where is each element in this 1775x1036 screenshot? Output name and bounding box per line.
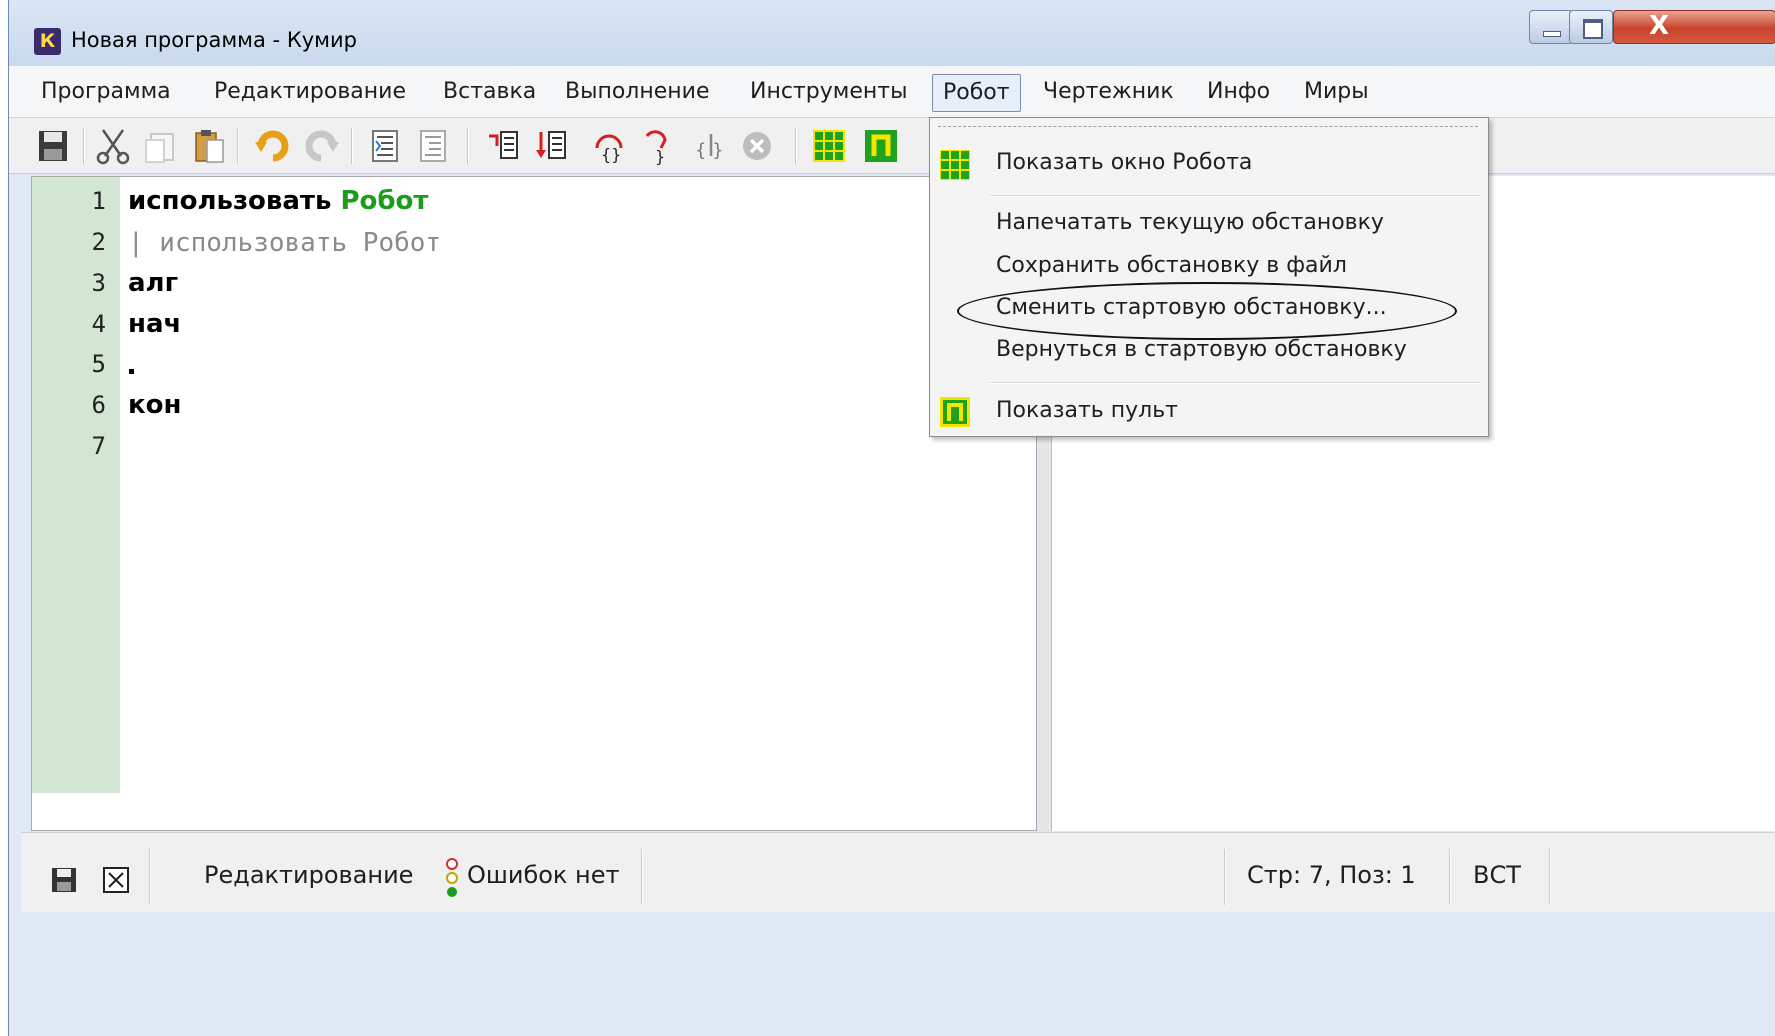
status-separator bbox=[641, 849, 643, 905]
menu-separator bbox=[990, 382, 1480, 384]
status-bar: Редактирование Ошибок нет Стр: 7, Поз: 1… bbox=[21, 832, 1775, 912]
toolbar-separator bbox=[467, 128, 469, 164]
line-number: 6 bbox=[91, 391, 106, 419]
close-document-icon[interactable] bbox=[101, 865, 131, 895]
robot-remote-icon[interactable] bbox=[861, 126, 901, 166]
menu-drawer[interactable]: Чертежник bbox=[1033, 74, 1184, 112]
line-number: 4 bbox=[91, 310, 106, 338]
toolbar-separator bbox=[83, 128, 85, 164]
highlight-ellipse bbox=[957, 282, 1457, 340]
code-line-1: использовать Робот bbox=[128, 186, 429, 216]
status-separator bbox=[1224, 849, 1226, 905]
menu-worlds[interactable]: Миры bbox=[1294, 74, 1379, 112]
menu-reset-start-state[interactable]: Вернуться в стартовую обстановку bbox=[996, 337, 1407, 362]
robot-window-icon bbox=[940, 150, 970, 180]
step-into-icon[interactable]: } bbox=[637, 126, 677, 166]
menu-show-robot-window[interactable]: Показать окно Робота bbox=[996, 150, 1252, 175]
step-over-icon[interactable]: {} bbox=[589, 126, 629, 166]
svg-text:{}: {} bbox=[601, 145, 621, 164]
copy-icon[interactable] bbox=[141, 126, 181, 166]
line-number: 1 bbox=[91, 187, 106, 215]
toolbar-separator bbox=[237, 128, 239, 164]
line-number: 3 bbox=[91, 269, 106, 297]
robot-menu-dropdown: Показать окно Робота Напечатать текущую … bbox=[929, 117, 1489, 437]
app-window: К Новая программа - Кумир X Программа Ре… bbox=[8, 0, 1775, 1036]
line-number: 7 bbox=[91, 432, 106, 460]
keyword-use: использовать bbox=[128, 186, 332, 216]
cut-icon[interactable] bbox=[93, 126, 133, 166]
code-editor[interactable]: 1 2 3 4 5 6 7 использовать Робот | испол… bbox=[31, 176, 1037, 831]
kumir-app-icon: К bbox=[34, 28, 61, 55]
stop-icon[interactable] bbox=[737, 126, 777, 166]
menu-separator bbox=[990, 195, 1480, 197]
menu-print-state[interactable]: Напечатать текущую обстановку bbox=[996, 210, 1384, 235]
status-errors: Ошибок нет bbox=[467, 861, 620, 889]
menu-show-remote[interactable]: Показать пульт bbox=[996, 398, 1178, 423]
menu-info[interactable]: Инфо bbox=[1197, 74, 1280, 112]
robot-window-icon[interactable] bbox=[809, 126, 849, 166]
text-cursor bbox=[129, 369, 134, 374]
save-icon[interactable] bbox=[33, 126, 73, 166]
indent-icon[interactable] bbox=[365, 126, 405, 166]
menu-bar: Программа Редактирование Вставка Выполне… bbox=[9, 66, 1775, 118]
close-icon: X bbox=[1649, 11, 1670, 41]
status-separator bbox=[1549, 849, 1551, 905]
menu-edit[interactable]: Редактирование bbox=[204, 74, 416, 112]
line-number-gutter: 1 2 3 4 5 6 7 bbox=[32, 177, 120, 793]
status-insert-mode: ВСТ bbox=[1473, 861, 1521, 889]
module-name: Робот bbox=[340, 186, 429, 216]
code-line-6: кон bbox=[128, 390, 182, 420]
step-out-icon[interactable]: { } bbox=[689, 126, 729, 166]
menu-save-state[interactable]: Сохранить обстановку в файл bbox=[996, 253, 1347, 278]
menu-run[interactable]: Выполнение bbox=[555, 74, 720, 112]
status-separator bbox=[149, 849, 151, 905]
code-line-2-comment: | использовать Робот bbox=[128, 228, 442, 258]
status-mode: Редактирование bbox=[204, 861, 414, 889]
tear-off-line[interactable] bbox=[938, 126, 1478, 127]
window-title: Новая программа - Кумир bbox=[71, 28, 357, 52]
maximize-button[interactable] bbox=[1569, 10, 1613, 44]
line-number: 5 bbox=[91, 350, 106, 378]
robot-remote-icon bbox=[940, 397, 970, 427]
redo-icon[interactable] bbox=[301, 126, 341, 166]
close-button[interactable]: X bbox=[1613, 10, 1775, 44]
svg-text:{ }: { } bbox=[695, 140, 724, 161]
paste-icon[interactable] bbox=[189, 126, 229, 166]
menu-tools[interactable]: Инструменты bbox=[740, 74, 917, 112]
code-line-4: нач bbox=[128, 309, 182, 339]
save-status-icon[interactable] bbox=[49, 865, 79, 895]
menu-program[interactable]: Программа bbox=[31, 74, 181, 112]
menu-insert[interactable]: Вставка bbox=[433, 74, 546, 112]
menu-robot[interactable]: Робот bbox=[932, 74, 1021, 112]
line-number: 2 bbox=[91, 228, 106, 256]
toolbar: {} } { } bbox=[9, 118, 1775, 174]
traffic-light-icon bbox=[446, 858, 458, 897]
status-position: Стр: 7, Поз: 1 bbox=[1247, 861, 1416, 889]
svg-text:}: } bbox=[655, 147, 665, 166]
undo-icon[interactable] bbox=[253, 126, 293, 166]
toolbar-separator bbox=[795, 128, 797, 164]
code-line-3: алг bbox=[128, 268, 179, 298]
title-bar: К Новая программа - Кумир X bbox=[9, 0, 1775, 66]
minimize-button[interactable] bbox=[1529, 10, 1573, 44]
unindent-icon[interactable] bbox=[413, 126, 453, 166]
run-icon[interactable] bbox=[531, 126, 571, 166]
run-step-icon[interactable] bbox=[483, 126, 523, 166]
toolbar-separator bbox=[351, 128, 353, 164]
status-separator bbox=[1449, 849, 1451, 905]
